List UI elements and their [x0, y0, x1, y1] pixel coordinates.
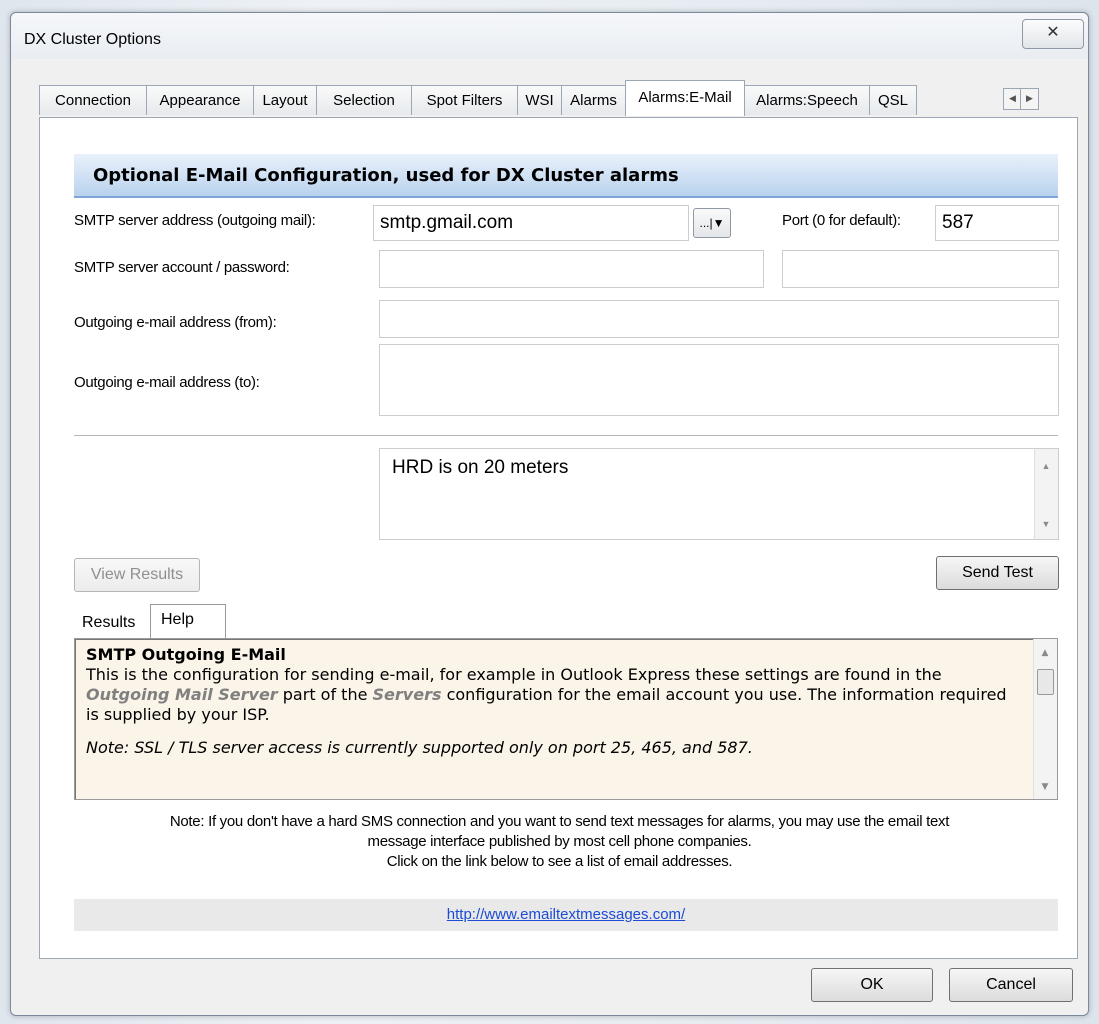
- subtab-help[interactable]: Help: [150, 604, 226, 638]
- help-scroll-up-icon[interactable]: ▲: [1034, 643, 1056, 663]
- tab-appearance[interactable]: Appearance: [146, 85, 254, 115]
- to-address-label: Outgoing e-mail address (to):: [74, 374, 260, 391]
- tab-panel: Optional E-Mail Configuration, used for …: [39, 117, 1078, 959]
- close-button[interactable]: ✕: [1022, 19, 1084, 49]
- from-address-input[interactable]: [379, 300, 1059, 338]
- tab-alarms-email[interactable]: Alarms:E-Mail: [625, 80, 745, 116]
- help-title: SMTP Outgoing E-Mail: [86, 645, 286, 664]
- smtp-server-input[interactable]: smtp.gmail.com: [373, 205, 689, 241]
- subtab-results[interactable]: Results: [82, 614, 135, 632]
- sms-note: Note: If you don't have a hard SMS conne…: [40, 812, 1079, 872]
- tab-alarms-speech[interactable]: Alarms:Speech: [744, 85, 870, 115]
- link-bar: http://www.emailtextmessages.com/: [74, 899, 1058, 931]
- account-input[interactable]: [379, 250, 764, 288]
- tab-selection[interactable]: Selection: [316, 85, 412, 115]
- help-scroll-thumb[interactable]: [1037, 669, 1054, 695]
- ok-button[interactable]: OK: [811, 968, 933, 1002]
- tab-strip: Connection Appearance Layout Selection S…: [39, 80, 1079, 117]
- test-message-text: HRD is on 20 meters: [392, 457, 569, 478]
- tab-spot-filters[interactable]: Spot Filters: [411, 85, 518, 115]
- help-text-1: This is the configuration for sending e-…: [86, 665, 942, 684]
- window-title: DX Cluster Options: [24, 31, 161, 48]
- help-content: SMTP Outgoing E-Mail This is the configu…: [74, 638, 1058, 800]
- divider: [74, 435, 1058, 436]
- tab-wsi[interactable]: WSI: [517, 85, 562, 115]
- section-header: Optional E-Mail Configuration, used for …: [74, 154, 1058, 198]
- title-bar: DX Cluster Options ✕: [11, 13, 1088, 59]
- port-label: Port (0 for default):: [782, 212, 901, 229]
- tab-layout[interactable]: Layout: [253, 85, 317, 115]
- tab-scroll-right-icon[interactable]: ▶: [1020, 88, 1039, 110]
- tab-connection[interactable]: Connection: [39, 85, 147, 115]
- scroll-down-icon[interactable]: ▼: [1035, 519, 1057, 529]
- help-em-servers: Servers: [372, 685, 442, 704]
- cancel-button[interactable]: Cancel: [949, 968, 1073, 1002]
- tab-alarms[interactable]: Alarms: [561, 85, 626, 115]
- message-scrollbar[interactable]: ▲ ▼: [1034, 449, 1058, 539]
- tab-qsl[interactable]: QSL: [869, 85, 917, 115]
- help-scroll-down-icon[interactable]: ▼: [1034, 777, 1056, 797]
- smtp-server-dropdown-button[interactable]: ...|▼: [693, 208, 731, 238]
- port-input[interactable]: 587: [935, 205, 1059, 241]
- test-message-textarea[interactable]: HRD is on 20 meters ▲ ▼: [379, 448, 1059, 540]
- view-results-button[interactable]: View Results: [74, 558, 200, 592]
- send-test-button[interactable]: Send Test: [936, 556, 1059, 590]
- browse-icon: ...: [699, 216, 710, 230]
- help-scrollbar[interactable]: ▲ ▼: [1033, 639, 1057, 799]
- help-text-2: part of the: [277, 685, 373, 704]
- sms-note-line-3: Click on the link below to see a list of…: [386, 853, 733, 870]
- to-address-input[interactable]: [379, 344, 1059, 416]
- smtp-server-label: SMTP server address (outgoing mail):: [74, 212, 316, 229]
- password-input[interactable]: [782, 250, 1059, 288]
- help-em-outgoing-mail-server: Outgoing Mail Server: [86, 685, 278, 704]
- dialog-window: DX Cluster Options ✕ Connection Appearan…: [10, 12, 1089, 1016]
- close-icon: ✕: [1046, 24, 1060, 41]
- scroll-up-icon[interactable]: ▲: [1035, 461, 1057, 471]
- sms-note-line-1: Note: If you don't have a hard SMS conne…: [169, 813, 950, 830]
- email-text-messages-link[interactable]: http://www.emailtextmessages.com/: [447, 906, 685, 923]
- sms-note-line-2: message interface published by most cell…: [367, 833, 752, 850]
- account-password-label: SMTP server account / password:: [74, 259, 290, 276]
- from-address-label: Outgoing e-mail address (from):: [74, 314, 277, 331]
- help-note: Note: SSL / TLS server access is current…: [86, 738, 753, 757]
